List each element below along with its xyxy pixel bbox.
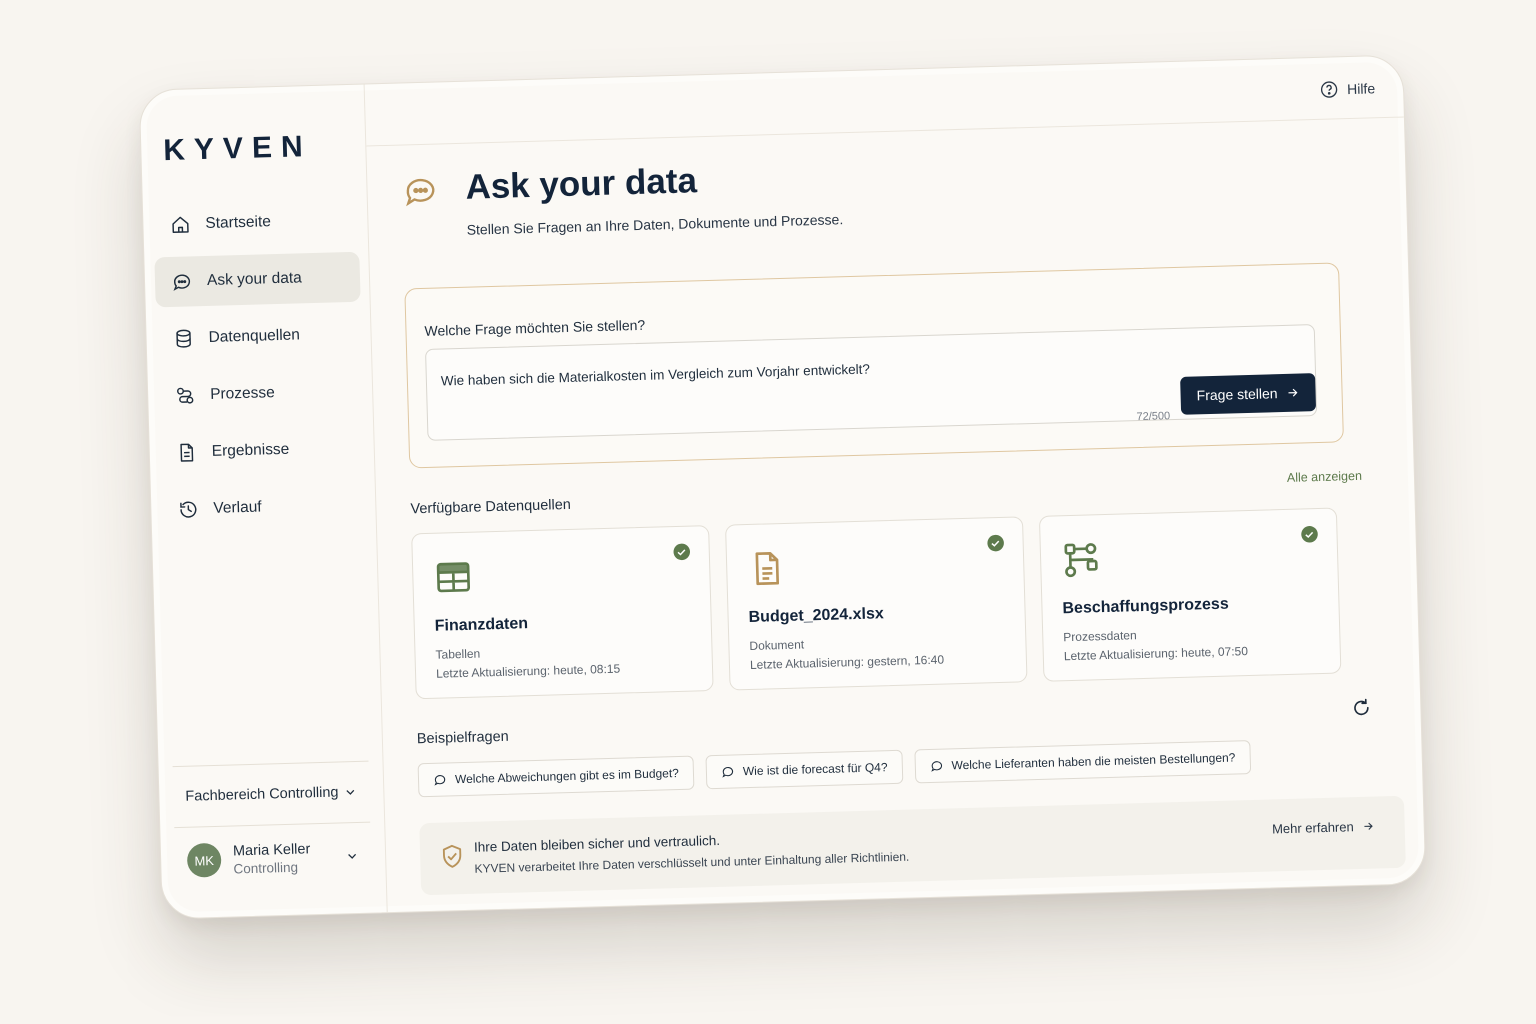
sidebar-item-label: Verlauf [213,498,262,517]
example-question-chip[interactable]: Wie ist die forecast für Q4? [705,749,903,790]
table-icon [436,562,471,593]
sidebar-item-ergebnisse[interactable]: Ergebnisse [159,423,365,479]
sidebar-item-label: Startseite [205,213,272,233]
flow-icon [1064,543,1098,578]
card-updated: Letzte Aktualisierung: gestern, 16:40 [749,652,945,672]
help-button[interactable]: Hilfe [1319,78,1376,100]
privacy-text: KYVEN verarbeitet Ihre Daten verschlüsse… [474,849,910,876]
sidebar-item-prozesse[interactable]: Prozesse [158,366,364,422]
question-panel: Welche Frage möchten Sie stellen? Wie ha… [404,262,1344,469]
page-title: Ask your data [464,161,698,207]
refresh-icon [1354,698,1369,716]
privacy-notice: Ihre Daten bleiben sicher und vertraulic… [419,795,1406,896]
sidebar-item-datenquellen[interactable]: Datenquellen [156,309,362,365]
chat-icon [930,761,942,772]
check-icon [673,543,691,561]
chip-label: Welche Lieferanten haben die meisten Bes… [951,750,1236,773]
learn-more-link[interactable]: Mehr erfahren [1271,819,1375,837]
document-icon [180,443,194,462]
sources-heading: Verfügbare Datenquellen [410,496,572,518]
sidebar-item-label: Ask your data [206,269,302,289]
hero-chat-icon [401,172,441,239]
card-title: Finanzdaten [434,615,529,635]
show-all-link[interactable]: Alle anzeigen [1287,469,1362,485]
privacy-headline: Ihre Daten bleiben sicher und vertraulic… [473,832,721,855]
card-type: Tabellen [435,646,481,662]
brand-logo: KYVEN [162,130,313,168]
sidebar-item-ask-your-data[interactable]: Ask your data [154,251,361,308]
examples-heading: Beispielfragen [416,728,509,748]
question-label: Welche Frage möchten Sie stellen? [424,316,646,339]
app-window: KYVEN Startseite Ask your data Datenquel… [138,54,1427,920]
avatar: MK [186,842,222,878]
card-icon-wrap [747,548,788,594]
example-questions: Welche Abweichungen gibt es im Budget? W… [417,740,1251,798]
main-content: Hilfe Ask your data Stellen Sie Fragen a… [364,55,1426,913]
user-name: Maria Keller [232,840,311,859]
page-subtitle: Stellen Sie Fragen an Ihre Daten, Dokume… [466,211,844,238]
question-input[interactable]: Wie haben sich die Materialkosten im Ver… [425,324,1318,441]
page-header: Ask your data Stellen Sie Fragen an Ihre… [401,161,843,239]
card-updated: Letzte Aktualisierung: heute, 08:15 [435,661,621,681]
process-icon [177,387,194,404]
chat-icon [173,274,191,291]
topbar: Hilfe [364,55,1404,147]
help-label: Hilfe [1346,80,1376,98]
card-title: Budget_2024.xlsx [748,605,885,626]
learn-more-label: Mehr erfahren [1271,819,1354,837]
user-info: Maria Keller Controlling [233,840,334,876]
source-card[interactable]: Beschaffungsprozess Prozessdaten Letzte … [1038,507,1342,682]
refresh-button[interactable] [1350,697,1373,725]
chat-icon [434,775,446,786]
check-icon-wrap [986,534,1005,557]
help-icon [1320,81,1338,98]
home-icon [172,216,189,233]
department-label: Fachbereich Controlling [185,784,339,805]
check-icon-wrap [673,543,692,566]
file-icon [755,552,780,586]
ask-question-button[interactable]: Frage stellen [1180,373,1317,415]
chat-icon [722,767,733,778]
check-icon [987,534,1004,552]
sidebar-item-startseite[interactable]: Startseite [153,195,359,251]
source-card[interactable]: Finanzdaten Tabellen Letzte Aktualisieru… [411,525,714,700]
chat-icon [406,178,435,207]
sidebar-item-label: Prozesse [209,384,276,403]
sidebar-footer: Fachbereich Controlling MK Maria Keller … [172,760,372,878]
character-counter: 72/500 [1136,410,1171,424]
sidebar-item-label: Ergebnisse [211,440,290,460]
arrow-right-icon [1288,388,1298,397]
card-updated: Letzte Aktualisierung: heute, 07:50 [1063,644,1249,664]
sidebar-item-verlauf[interactable]: Verlauf [161,480,367,536]
chevron-down-icon [346,789,355,795]
ask-button-label: Frage stellen [1196,385,1278,404]
card-title: Beschaffungsprozess [1062,595,1229,618]
card-type: Prozessdaten [1063,628,1137,645]
shield-icon-wrap [438,842,467,876]
chip-label: Wie ist die forecast für Q4? [742,760,888,779]
sidebar-item-label: Datenquellen [208,326,301,346]
department-selector[interactable]: Fachbereich Controlling [173,762,371,827]
source-card[interactable]: Budget_2024.xlsx Dokument Letzte Aktuali… [725,516,1028,691]
chevron-down-icon [348,853,357,859]
arrow-right-icon [1364,822,1373,830]
card-icon-wrap [1061,539,1102,585]
card-type: Dokument [749,637,805,653]
check-icon [1301,526,1318,543]
history-icon [180,501,197,518]
source-cards: Finanzdaten Tabellen Letzte Aktualisieru… [411,507,1342,700]
question-input-value: Wie haben sich die Materialkosten im Ver… [440,361,871,389]
card-icon-wrap [433,557,474,603]
main-nav: Startseite Ask your data Datenquellen Pr… [153,195,367,543]
user-menu[interactable]: MK Maria Keller Controlling [174,823,371,878]
user-role: Controlling [233,859,299,876]
shield-icon [442,844,462,868]
example-question-chip[interactable]: Welche Abweichungen gibt es im Budget? [417,755,695,798]
check-icon-wrap [1300,525,1319,548]
database-icon [176,329,191,348]
chip-label: Welche Abweichungen gibt es im Budget? [454,766,680,787]
example-question-chip[interactable]: Welche Lieferanten haben die meisten Bes… [914,740,1251,784]
sidebar: KYVEN Startseite Ask your data Datenquel… [139,84,388,919]
